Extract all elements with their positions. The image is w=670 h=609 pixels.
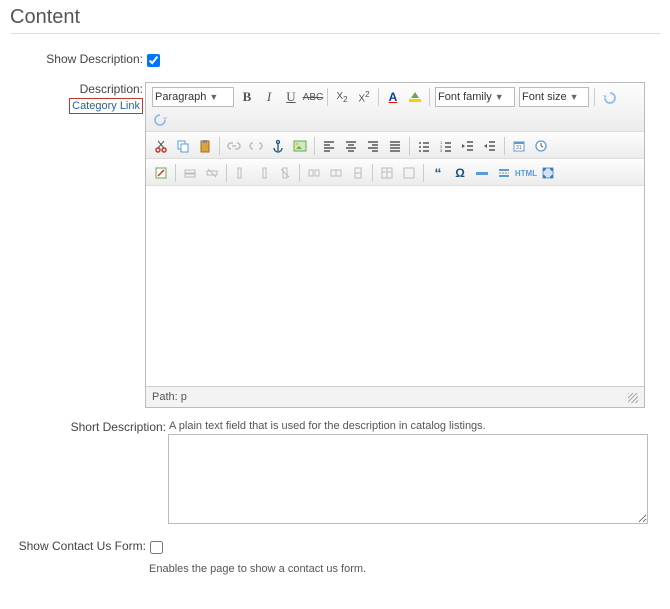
image-button[interactable] (290, 136, 310, 156)
align-justify-button[interactable] (385, 136, 405, 156)
hr-button[interactable] (472, 163, 492, 183)
show-contact-checkbox[interactable] (150, 541, 163, 554)
subscript-button[interactable]: X2 (332, 87, 352, 107)
unlink-button[interactable] (246, 136, 266, 156)
font-size-value: Font size (522, 91, 567, 103)
editor-toolbar-row2: 123 31 (146, 132, 644, 159)
cut-button[interactable] (151, 136, 171, 156)
editor-resize-handle[interactable] (628, 393, 638, 403)
editor-content-area[interactable] (146, 186, 644, 386)
indent-button[interactable] (480, 136, 500, 156)
text-color-button[interactable]: A (383, 87, 403, 107)
italic-button[interactable]: I (259, 87, 279, 107)
align-right-button[interactable] (363, 136, 383, 156)
strikethrough-button[interactable]: ABC (303, 87, 323, 107)
editor-toolbar-row3: “ Ω HTML (146, 159, 644, 186)
fullscreen-button[interactable] (538, 163, 558, 183)
block-format-value: Paragraph (155, 91, 206, 103)
panel-title: Content (10, 6, 660, 29)
description-label: Description: (80, 82, 143, 96)
bg-color-button[interactable] (405, 87, 425, 107)
delete-row-button[interactable] (202, 163, 222, 183)
short-description-textarea[interactable] (168, 434, 648, 524)
superscript-button[interactable]: X2 (354, 87, 374, 107)
left-quote-button[interactable]: “ (428, 163, 448, 183)
merge-cells-button[interactable] (304, 163, 324, 183)
show-description-checkbox[interactable] (147, 54, 160, 67)
align-left-button[interactable] (319, 136, 339, 156)
table-props-button[interactable] (399, 163, 419, 183)
insert-date-button[interactable]: 31 (509, 136, 529, 156)
align-center-button[interactable] (341, 136, 361, 156)
numbered-list-button[interactable]: 123 (436, 136, 456, 156)
bold-button[interactable]: B (237, 87, 257, 107)
insert-col-after-button[interactable] (253, 163, 273, 183)
font-size-select[interactable]: Font size▼ (519, 87, 589, 107)
underline-button[interactable]: U (281, 87, 301, 107)
show-description-label: Show Description: (46, 52, 143, 66)
rich-text-editor: Paragraph▼ B I U ABC X2 X2 A (145, 82, 645, 408)
omega-button[interactable]: Ω (450, 163, 470, 183)
paste-button[interactable] (195, 136, 215, 156)
split-cells-button[interactable] (326, 163, 346, 183)
font-family-select[interactable]: Font family▼ (435, 87, 515, 107)
undo-button[interactable] (599, 87, 619, 107)
svg-text:31: 31 (516, 145, 522, 151)
redo-button[interactable] (151, 109, 171, 129)
editor-path: Path: p (152, 391, 187, 403)
short-description-help: A plain text field that is used for the … (169, 420, 648, 432)
insert-time-button[interactable] (531, 136, 551, 156)
bullet-list-button[interactable] (414, 136, 434, 156)
edit-layer-button[interactable] (151, 163, 171, 183)
font-family-value: Font family (438, 91, 492, 103)
link-button[interactable] (224, 136, 244, 156)
editor-toolbar-row1: Paragraph▼ B I U ABC X2 X2 A (146, 83, 644, 132)
html-source-button[interactable]: HTML (516, 163, 536, 183)
delete-col-button[interactable] (275, 163, 295, 183)
copy-button[interactable] (173, 136, 193, 156)
insert-col-before-button[interactable] (231, 163, 251, 183)
short-description-label: Short Description: (71, 420, 166, 434)
outdent-button[interactable] (458, 136, 478, 156)
table-button[interactable] (377, 163, 397, 183)
anchor-button[interactable] (268, 136, 288, 156)
block-format-select[interactable]: Paragraph▼ (152, 87, 234, 107)
svg-text:3: 3 (440, 148, 443, 153)
show-contact-label: Show Contact Us Form: (19, 539, 146, 553)
insert-row-button[interactable] (180, 163, 200, 183)
panel-divider (10, 33, 660, 34)
category-link[interactable]: Category Link (69, 98, 143, 114)
pagebreak-button[interactable] (494, 163, 514, 183)
show-contact-help: Enables the page to show a contact us fo… (149, 563, 366, 575)
split-vertical-button[interactable] (348, 163, 368, 183)
